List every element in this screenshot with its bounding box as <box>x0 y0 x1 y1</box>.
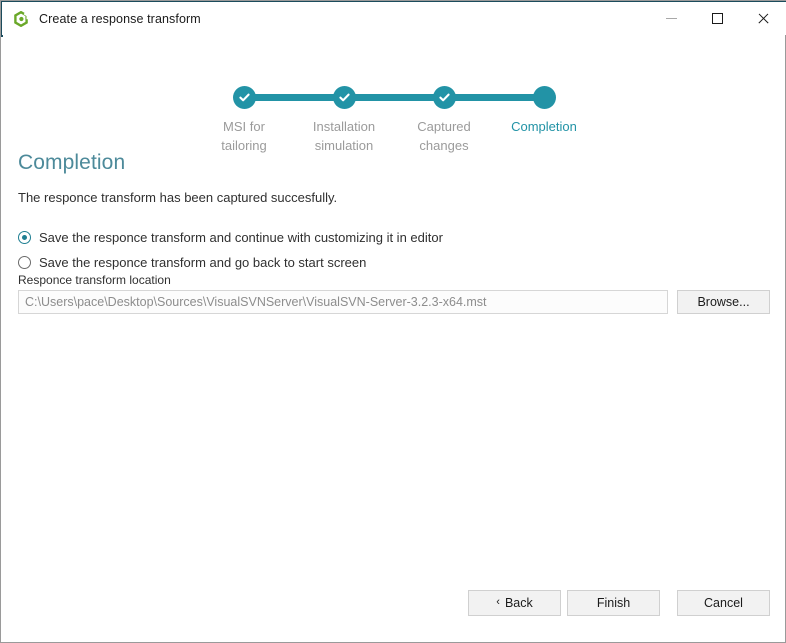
maximize-icon <box>711 13 723 24</box>
save-option-radio-group: Save the responce transform and continue… <box>18 227 618 277</box>
radio-option-continue-in-editor[interactable]: Save the responce transform and continue… <box>18 227 618 248</box>
stepper-label: Completion <box>511 119 577 134</box>
minimize-icon <box>665 18 677 19</box>
check-icon <box>333 86 356 109</box>
location-path-input[interactable]: C:\Users\pace\Desktop\Sources\VisualSVNS… <box>18 290 668 314</box>
stepper-label: MSI for tailoring <box>221 119 267 153</box>
minimize-button[interactable] <box>648 2 694 35</box>
window-controls <box>648 2 786 35</box>
chevron-left-icon: ‹ <box>496 596 500 608</box>
page-description: The responce transform has been captured… <box>18 190 338 205</box>
radio-option-label: Save the responce transform and continue… <box>39 230 443 245</box>
location-field-label: Responce transform location <box>18 273 171 287</box>
title-bar: Create a response transform <box>2 2 786 35</box>
back-button[interactable]: ‹ Back <box>468 590 561 616</box>
window-title: Create a response transform <box>39 11 201 26</box>
maximize-button[interactable] <box>694 2 740 35</box>
dialog-footer: ‹ Back Finish Cancel <box>1 590 786 642</box>
stepper-step-installation-simulation[interactable]: Installation simulation <box>289 86 399 155</box>
stepper-dot <box>432 86 456 109</box>
browse-button[interactable]: Browse... <box>677 290 770 314</box>
cancel-button-label: Cancel <box>704 596 743 610</box>
cancel-button[interactable]: Cancel <box>677 590 770 616</box>
finish-button[interactable]: Finish <box>567 590 660 616</box>
close-button[interactable] <box>740 2 786 35</box>
finish-button-label: Finish <box>596 596 631 610</box>
close-icon <box>757 12 770 25</box>
radio-option-back-to-start-screen[interactable]: Save the responce transform and go back … <box>18 252 618 273</box>
check-icon <box>233 86 256 109</box>
stepper-step-msi-for-tailoring[interactable]: MSI for tailoring <box>189 86 299 155</box>
stepper-step-completion[interactable]: Completion <box>489 86 599 136</box>
stepper-label: Installation simulation <box>312 119 376 153</box>
radio-option-label: Save the responce transform and go back … <box>39 255 367 270</box>
wizard-stepper: MSI for tailoring Installation simulatio… <box>1 41 786 153</box>
pace-suite-icon <box>13 10 29 27</box>
radio-icon <box>18 256 31 269</box>
page-title: Completion <box>18 151 126 175</box>
stepper-step-captured-changes[interactable]: Captured changes <box>389 86 499 155</box>
check-icon <box>433 86 456 109</box>
radio-icon <box>18 231 31 244</box>
stepper-label: Captured changes <box>417 119 471 153</box>
dialog-window: Create a response transform MSI for tail… <box>0 0 786 643</box>
back-button-label: Back <box>504 596 533 610</box>
stepper-dot <box>532 86 556 109</box>
stepper-dot <box>332 86 356 109</box>
stepper-dot <box>232 86 256 109</box>
